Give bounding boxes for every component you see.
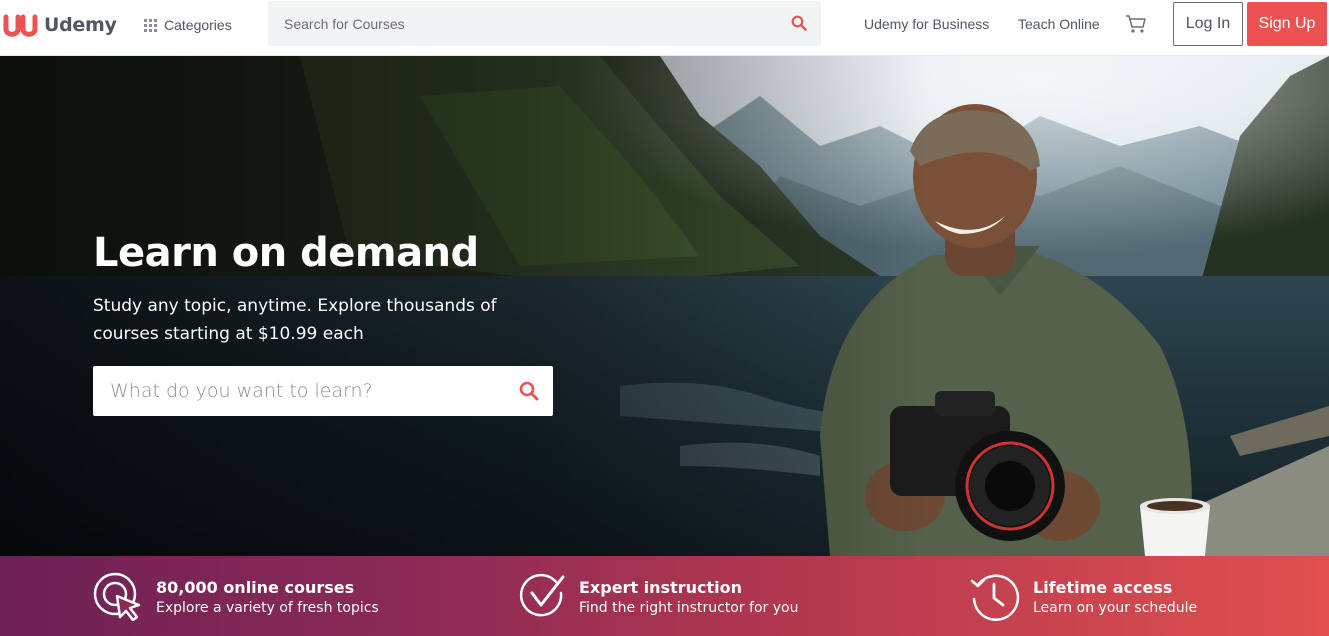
log-in-button[interactable]: Log In [1173,2,1243,46]
grid-icon [144,18,157,32]
udemy-for-business-link[interactable]: Udemy for Business [864,16,989,32]
sign-up-button[interactable]: Sign Up [1247,2,1327,46]
cart-icon[interactable] [1124,12,1148,36]
hero-subtitle: Study any topic, anytime. Explore thousa… [93,296,497,344]
value-prop-text: Learn on your schedule [1033,600,1198,616]
header-search-input[interactable] [268,1,788,46]
value-prop-text: Explore a variety of fresh topics [156,600,379,616]
header-search-bar [268,1,821,46]
teach-online-link[interactable]: Teach Online [1018,16,1100,32]
value-prop-title: Expert instruction [579,578,742,597]
value-prop-lifetime: Lifetime access Learn on your schedule [969,571,1197,623]
hero-search-box [93,366,553,416]
value-prop-title: 80,000 online courses [156,578,355,597]
udemy-logo[interactable]: Udemy [2,8,117,42]
search-icon[interactable] [791,15,807,31]
brand-name: Udemy [44,14,117,36]
hero-banner: Learn on demand Study any topic, anytime… [0,56,1329,556]
cursor-click-icon [93,572,141,621]
value-prop-title: Lifetime access [1033,578,1173,597]
categories-label: Categories [164,17,232,33]
value-props-band: 80,000 online courses Explore a variety … [0,556,1329,636]
hero-search-input[interactable] [93,366,503,416]
value-prop-courses: 80,000 online courses Explore a variety … [93,571,379,623]
value-prop-instruction: Expert instruction Find the right instru… [519,571,798,623]
udemy-logo-icon [3,14,38,37]
clock-history-icon [970,574,1020,621]
top-nav-bar: Udemy Categories Udemy for Business Teac… [0,0,1329,56]
categories-menu[interactable]: Categories [144,14,232,36]
search-icon[interactable] [519,381,539,401]
hero-title: Learn on demand [93,230,479,276]
checkmark-circle-icon [519,573,565,617]
value-prop-text: Find the right instructor for you [579,600,799,616]
